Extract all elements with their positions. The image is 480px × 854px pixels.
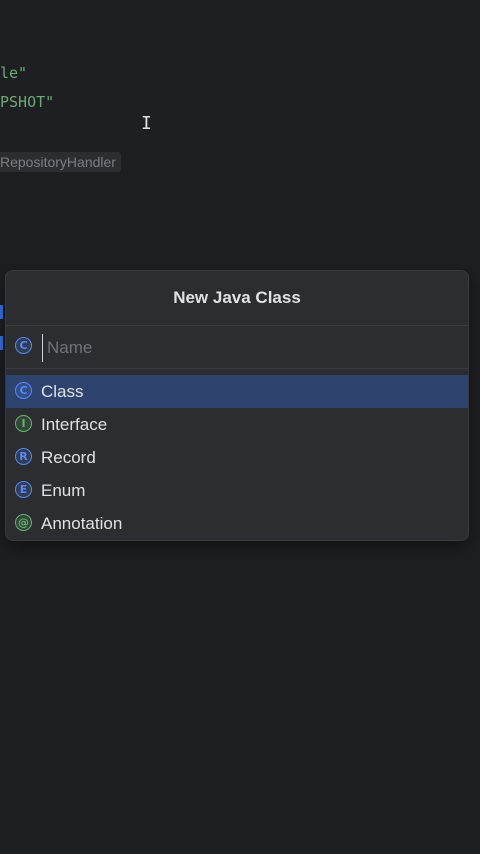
kind-item-class[interactable]: C Class <box>6 375 468 408</box>
kind-item-interface[interactable]: I Interface <box>6 408 468 441</box>
dialog-title: New Java Class <box>173 288 301 307</box>
mouse-text-cursor-icon: I <box>141 113 152 134</box>
annotation-icon: @ <box>15 514 32 531</box>
kind-item-enum[interactable]: E Enum <box>6 474 468 507</box>
name-field-row: C <box>6 325 468 369</box>
kind-item-label: Record <box>41 448 96 467</box>
class-icon: C <box>15 382 32 399</box>
kind-item-record[interactable]: R Record <box>6 441 468 474</box>
record-icon: R <box>15 448 32 465</box>
kind-item-label: Class <box>41 382 84 401</box>
new-java-class-dialog: New Java Class C C Class I Interface R R… <box>5 270 469 541</box>
kind-item-label: Interface <box>41 415 108 434</box>
class-name-input[interactable] <box>42 334 459 362</box>
code-line[interactable]: PSHOT" <box>0 93 54 111</box>
code-line[interactable]: le" <box>0 64 27 82</box>
kind-item-label: Annotation <box>41 514 123 533</box>
enum-icon: E <box>15 481 32 498</box>
kind-item-label: Enum <box>41 481 86 500</box>
interface-icon: I <box>15 415 32 432</box>
kind-list: C Class I Interface R Record E Enum @ An… <box>6 375 468 540</box>
gutter-change-marker[interactable] <box>0 336 3 350</box>
class-icon: C <box>15 337 32 354</box>
kind-item-annotation[interactable]: @ Annotation <box>6 507 468 540</box>
inlay-hint: RepositoryHandler <box>0 152 121 172</box>
gutter-change-marker[interactable] <box>0 305 3 319</box>
